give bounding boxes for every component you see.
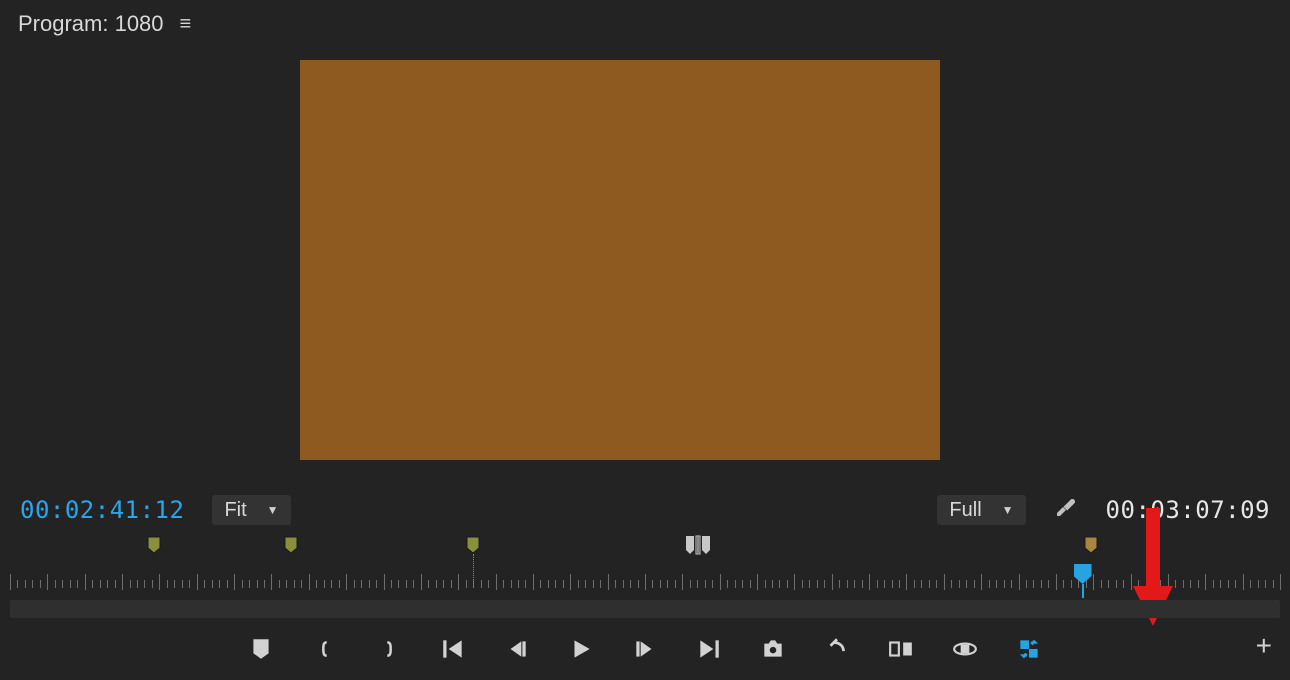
panel-header: Program: 1080 ≡	[0, 0, 1290, 48]
video-preview[interactable]	[300, 60, 940, 460]
settings-button[interactable]	[1054, 495, 1078, 525]
sequence-duration: 00:03:07:09	[1106, 496, 1270, 524]
marker-line	[473, 554, 474, 588]
lift-button[interactable]	[822, 634, 852, 664]
panel-title: Program: 1080	[18, 11, 164, 37]
step-forward-button[interactable]	[630, 634, 660, 664]
comparison-view-icon	[888, 636, 914, 662]
resolution-dropdown[interactable]: Full ▼	[937, 495, 1025, 525]
program-monitor-panel: Program: 1080 ≡ 00:02:41:12 Fit ▼ Full ▼…	[0, 0, 1290, 680]
undo-arrow-icon	[824, 636, 850, 662]
resolution-dropdown-label: Full	[949, 499, 981, 522]
proxy-toggle-icon	[1016, 636, 1042, 662]
preview-area	[0, 48, 1290, 490]
go-to-in-icon	[440, 636, 466, 662]
export-frame-button[interactable]	[758, 634, 788, 664]
button-editor-add[interactable]: +	[1256, 630, 1272, 662]
vr-video-toggle-button[interactable]	[950, 634, 980, 664]
marker-icon	[248, 636, 274, 662]
monitor-controls-row: 00:02:41:12 Fit ▼ Full ▼ 00:03:07:09	[0, 490, 1290, 530]
proxy-toggle-button[interactable]	[1014, 634, 1044, 664]
zoom-dropdown[interactable]: Fit ▼	[212, 495, 290, 525]
go-to-out-button[interactable]	[694, 634, 724, 664]
current-timecode[interactable]: 00:02:41:12	[20, 496, 184, 524]
transport-controls	[0, 618, 1290, 680]
playhead-line	[1082, 584, 1084, 598]
sequence-marker[interactable]	[147, 536, 161, 554]
wrench-icon	[1054, 495, 1078, 519]
sequence-marker[interactable]	[1084, 536, 1098, 554]
mark-in-icon	[315, 639, 335, 659]
sequence-marker[interactable]	[466, 536, 480, 554]
vr-icon	[952, 636, 978, 662]
go-to-out-icon	[696, 636, 722, 662]
comparison-view-button[interactable]	[886, 634, 916, 664]
mark-out-icon	[379, 639, 399, 659]
camera-icon	[760, 636, 786, 662]
in-out-indicator-icon	[684, 534, 712, 556]
chevron-down-icon: ▼	[267, 503, 279, 517]
sequence-marker[interactable]	[284, 536, 298, 554]
play-button[interactable]	[566, 634, 596, 664]
step-back-button[interactable]	[502, 634, 532, 664]
time-ruler-row	[0, 530, 1290, 600]
step-forward-icon	[632, 636, 658, 662]
step-back-icon	[504, 636, 530, 662]
go-to-in-button[interactable]	[438, 634, 468, 664]
chevron-down-icon: ▼	[1002, 503, 1014, 517]
mark-in-button[interactable]	[310, 634, 340, 664]
mark-out-button[interactable]	[374, 634, 404, 664]
timeline-scrollbar[interactable]	[10, 600, 1280, 618]
zoom-dropdown-label: Fit	[224, 499, 246, 522]
play-icon	[568, 636, 594, 662]
add-marker-button[interactable]	[246, 634, 276, 664]
panel-menu-icon[interactable]: ≡	[180, 13, 192, 36]
